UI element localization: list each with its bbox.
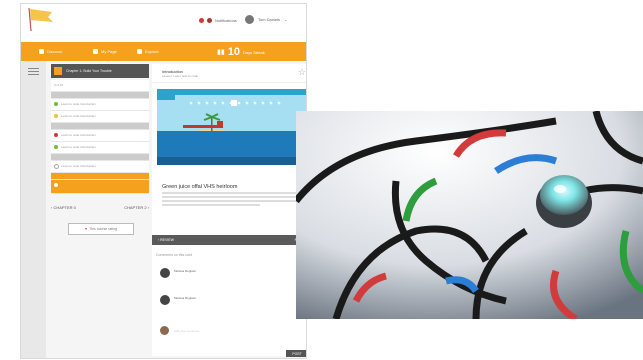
chapter-title: Chapter 1: Build Your Trouble xyxy=(66,69,112,73)
user-name: Tom Daniels xyxy=(258,17,281,22)
comment: Melissa Register xyxy=(160,295,300,311)
progress-row: 4 of 16 xyxy=(51,80,149,92)
lesson-label: Learn to code Introduction xyxy=(61,145,96,149)
lesson-list: 4 of 16 Learn to code Introduction Learn… xyxy=(51,80,149,194)
bar-chart-icon: ▮▮ xyxy=(217,49,225,56)
list-item-active[interactable] xyxy=(51,180,149,194)
lesson-panel: Introduction Lesson: Learn how to code ☆… xyxy=(152,64,307,357)
prev-chapter-link[interactable]: ‹ CHAPTER 0 xyxy=(51,205,76,210)
notifications-label: Notifications xyxy=(215,18,237,23)
streak-counter: ▮▮ 10 Days Streak xyxy=(217,46,265,58)
avatar xyxy=(160,268,170,278)
nav-item-explore[interactable]: Explore xyxy=(137,49,159,54)
in-progress-icon xyxy=(54,114,58,118)
rating-button[interactable]: ♥ This course rating xyxy=(68,223,134,235)
notification-badge-icon xyxy=(207,18,212,23)
rating-label: This course rating xyxy=(89,227,117,231)
lesson-label: Learn to code Introduction xyxy=(61,102,96,106)
lesson-group-header xyxy=(51,92,149,99)
main-nav: Discover My Page Explore ▮▮ 10 Days Stre… xyxy=(21,42,306,61)
comments-heading: Comments on this card xyxy=(156,253,192,257)
notification-dot-icon xyxy=(199,18,204,23)
lesson-group-header xyxy=(51,154,149,161)
lesson-subtitle: Lesson: Learn how to code xyxy=(162,74,199,78)
chapter-badge xyxy=(54,67,62,75)
chevron-down-icon: ⌄ xyxy=(284,17,288,22)
lesson-header: Introduction Lesson: Learn how to code ☆ xyxy=(152,64,306,83)
app-screenshot: Notifications Tom Daniels ⌄ Discover My … xyxy=(20,3,307,359)
commenter-name: Melissa Register xyxy=(174,296,197,300)
review-button[interactable]: ‹ REVIEW xyxy=(158,238,174,242)
streak-label: Days Streak xyxy=(242,49,265,55)
chapter-header[interactable]: Chapter 1: Build Your Trouble xyxy=(51,64,149,78)
lesson-pager: ‹ REVIEW NEXT › xyxy=(152,235,306,245)
nav-label: Discover xyxy=(47,49,63,54)
user-menu[interactable]: Tom Daniels ⌄ xyxy=(245,15,287,24)
nav-label: My Page xyxy=(101,49,117,54)
comment-input[interactable]: Add your comment... xyxy=(174,329,202,333)
robot-board-photo xyxy=(296,111,643,319)
alert-icon xyxy=(54,133,58,137)
prev-chapter-label: CHAPTER 0 xyxy=(53,205,76,210)
list-item[interactable]: Learn to code Introduction xyxy=(51,161,149,173)
star-icon[interactable]: ☆ xyxy=(298,67,306,78)
lesson-caption: Green juice offal VHS heirloom xyxy=(162,184,238,190)
next-chapter-link[interactable]: CHAPTER 2 › xyxy=(124,205,149,210)
progress-text: 4 of 16 xyxy=(54,83,64,87)
nav-item-my-page[interactable]: My Page xyxy=(93,49,117,54)
thumb-icon: ♥ xyxy=(85,227,88,231)
avatar xyxy=(245,15,254,24)
post-button[interactable]: POST xyxy=(286,350,306,357)
lesson-body-text xyxy=(162,192,302,208)
nav-item-discover[interactable]: Discover xyxy=(39,49,63,54)
grid-icon xyxy=(137,49,142,54)
left-rail xyxy=(21,61,46,358)
lesson-label: Learn to code Introduction xyxy=(61,133,96,137)
lesson-label: Learn to code Introduction xyxy=(61,114,96,118)
comment: Melissa Register xyxy=(160,268,300,284)
person-icon xyxy=(93,49,98,54)
list-item[interactable]: Learn to code Introduction xyxy=(51,130,149,142)
lesson-group-header xyxy=(51,123,149,130)
notifications[interactable]: Notifications xyxy=(199,18,237,23)
avatar xyxy=(160,295,170,305)
lesson-label: Learn to code Introduction xyxy=(61,164,96,168)
list-item[interactable]: Learn to code Introduction xyxy=(51,142,149,154)
commenter-name: Melissa Register xyxy=(174,269,197,273)
home-icon xyxy=(39,49,44,54)
pending-icon xyxy=(54,164,59,169)
current-icon xyxy=(54,183,58,187)
reply-box: Add your comment... xyxy=(160,326,300,338)
menu-icon[interactable] xyxy=(28,66,39,77)
complete-icon xyxy=(54,102,58,106)
flag-logo-icon xyxy=(28,7,53,32)
complete-icon xyxy=(54,145,58,149)
streak-number: 10 xyxy=(227,46,240,58)
lesson-video[interactable] xyxy=(157,89,307,165)
list-item[interactable]: Learn to code Introduction xyxy=(51,99,149,111)
post-label: POST xyxy=(292,351,302,356)
review-label: REVIEW xyxy=(160,238,174,242)
list-item[interactable]: Learn to code Introduction xyxy=(51,111,149,123)
top-bar: Notifications Tom Daniels ⌄ xyxy=(21,4,306,42)
avatar xyxy=(160,326,169,335)
next-chapter-label: CHAPTER 2 xyxy=(124,205,147,210)
lesson-group-header xyxy=(51,173,149,180)
nav-label: Explore xyxy=(145,49,159,54)
